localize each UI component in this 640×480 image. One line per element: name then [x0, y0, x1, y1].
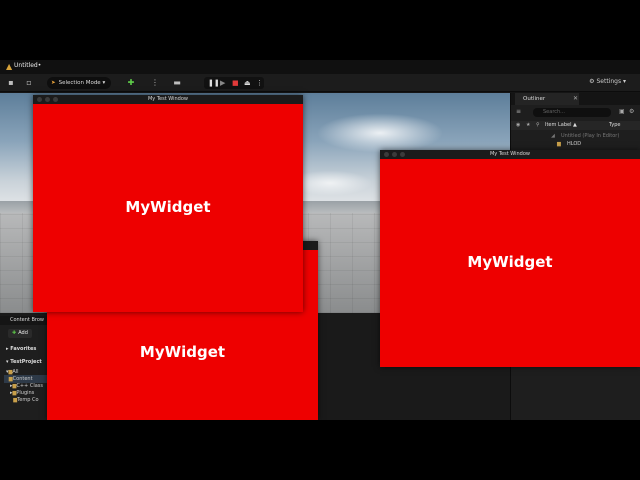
save-icon[interactable]: ▪: [6, 78, 16, 88]
world-icon: ◢: [551, 133, 555, 139]
test-window-2[interactable]: My Test Window MyWidget: [380, 150, 640, 367]
cinematics-icon[interactable]: ▬: [172, 78, 182, 88]
column-type[interactable]: Type: [609, 121, 620, 130]
plus-icon: ✚: [12, 330, 17, 336]
more-options-icon[interactable]: ⋮: [256, 77, 263, 89]
content-browser-panel: Content Brow ✚ Add ▸ Favorites ▾ TestProj…: [0, 316, 48, 420]
window-controls[interactable]: [384, 152, 408, 161]
content-icon[interactable]: ▫: [24, 78, 34, 88]
content-browser-tab[interactable]: Content Brow: [0, 316, 48, 325]
star-icon[interactable]: ★: [526, 121, 530, 130]
my-widget-text: MyWidget: [125, 198, 211, 216]
play-controls: ❚❚ ▶ ■ ⏏ ⋮: [204, 77, 264, 89]
outliner-row[interactable]: ▆ HLOD: [511, 140, 640, 148]
add-button[interactable]: ✚ Add: [8, 329, 32, 338]
folder-icon: ▆: [557, 141, 561, 147]
outliner-tabbar: Outliner ✕: [511, 93, 640, 105]
my-widget-text: MyWidget: [139, 343, 226, 361]
outliner-columns: ◉ ★ ⚲ Item Label ▲ Type: [511, 121, 640, 130]
pause-icon[interactable]: ❚❚: [208, 77, 220, 89]
settings-gear-icon[interactable]: ⚙: [629, 108, 634, 115]
settings-button[interactable]: ⚙ Settings ▾: [589, 78, 626, 85]
window-title-bar[interactable]: My Test Window: [380, 150, 640, 159]
test-window-1[interactable]: My Test Window MyWidget: [33, 95, 303, 312]
eject-icon[interactable]: ⏏: [244, 77, 251, 89]
my-widget-text: MyWidget: [467, 253, 553, 271]
unreal-logo-icon: ▲: [6, 62, 13, 71]
stop-icon[interactable]: ■: [232, 77, 239, 89]
main-toolbar: ▪ ▫ ➤ Selection Mode ▾ ✚ ⋮ ▬ ❚❚ ▶ ■ ⏏ ⋮ ⚙…: [0, 74, 640, 92]
column-item-label[interactable]: Item Label ▲: [545, 121, 577, 130]
add-folder-icon[interactable]: ▣: [619, 108, 625, 115]
title-bar: ▲ Untitled•: [0, 60, 640, 74]
close-icon[interactable]: ✕: [573, 93, 578, 105]
filter-icon[interactable]: ≡: [516, 108, 521, 115]
blueprint-icon[interactable]: ⋮: [150, 78, 160, 88]
eye-icon[interactable]: ◉: [516, 121, 520, 130]
unreal-editor: ▲ Untitled• ▪ ▫ ➤ Selection Mode ▾ ✚ ⋮ ▬ …: [0, 60, 640, 420]
step-icon[interactable]: ▶: [220, 77, 225, 89]
outliner-search-input[interactable]: Search...: [533, 108, 611, 117]
window-controls[interactable]: [37, 97, 61, 106]
selection-mode-dropdown[interactable]: ➤ Selection Mode ▾: [47, 77, 112, 89]
window-title-bar[interactable]: My Test Window: [33, 95, 303, 104]
outliner-row[interactable]: ◢ Untitled (Play In Editor): [511, 132, 640, 140]
select-arrow-icon: ➤: [51, 80, 56, 86]
level-tab[interactable]: Untitled•: [14, 62, 41, 69]
outliner-tab[interactable]: Outliner ✕: [515, 93, 579, 105]
gear-icon: ⚙: [589, 78, 595, 85]
add-actor-icon[interactable]: ✚: [126, 78, 136, 88]
pin-icon[interactable]: ⚲: [536, 121, 540, 130]
